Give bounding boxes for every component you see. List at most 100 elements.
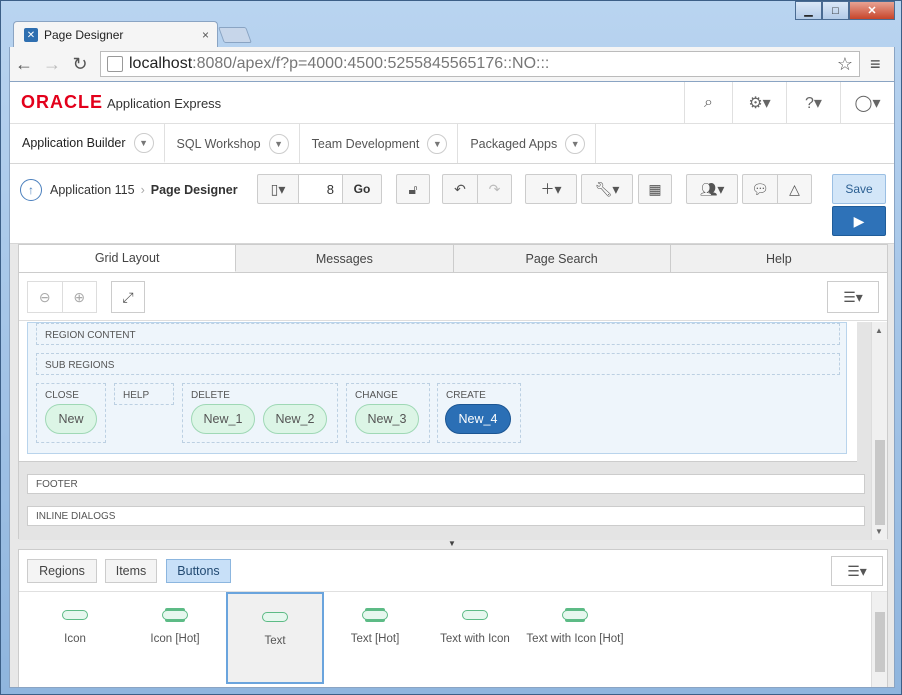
help-slot[interactable]: HELP [114, 383, 174, 405]
back-arrow-icon[interactable]: ← [10, 54, 38, 75]
button-new-3[interactable]: New_3 [355, 404, 419, 434]
browser-tab-bar: ✕ Page Designer × [9, 21, 889, 48]
breadcrumb-parent[interactable]: Application 115 [50, 183, 135, 197]
chevron-down-icon[interactable]: ▼ [565, 133, 586, 154]
gallery-item-text-with-icon[interactable]: Text with Icon [426, 592, 524, 684]
undo-icon[interactable]: ↶ [443, 175, 477, 203]
comment-icon[interactable]: 💬︎ [743, 175, 777, 203]
gallery-item-label: Icon [64, 633, 86, 645]
window-controls: ▁ □ ✕ [795, 1, 895, 20]
team-dev-menu-button[interactable]: 👥︎▾ [686, 174, 738, 204]
utilities-menu-button[interactable]: 🔧︎▾ [581, 174, 633, 204]
redo-icon[interactable]: ↷ [477, 175, 511, 203]
address-bar[interactable]: localhost:8080/apex/f?p=4000:4500:525584… [100, 51, 860, 77]
tab-team-development[interactable]: Team Development ▼ [300, 124, 459, 163]
hot-button-template-icon [162, 610, 188, 620]
zoom-out-icon[interactable]: ⊖ [28, 282, 62, 312]
scrollbar-thumb[interactable] [875, 612, 885, 672]
shapes-icon[interactable]: △ [777, 175, 811, 203]
tab-application-builder[interactable]: Application Builder ▼ [10, 124, 165, 163]
button-new-2[interactable]: New_2 [263, 404, 327, 434]
page-content: ORACLE Application Express ⌕ ⚙▾ ?▾ ◯▾ Ap… [9, 81, 895, 688]
close-window-icon[interactable]: ✕ [849, 1, 895, 20]
tab-help[interactable]: Help [671, 245, 887, 272]
browser-menu-icon[interactable]: ≡ [870, 54, 881, 75]
gallery-options-menu-icon[interactable]: ☰▾ [831, 556, 883, 586]
button-template-icon [62, 610, 88, 620]
tab-messages[interactable]: Messages [236, 245, 454, 272]
run-page-button[interactable]: ▶ [832, 206, 886, 236]
scrollbar-thumb[interactable] [875, 440, 885, 525]
button-new-1[interactable]: New_1 [191, 404, 255, 434]
tab-items[interactable]: Items [105, 559, 157, 583]
chevron-down-icon[interactable]: ▼ [133, 132, 154, 153]
save-button[interactable]: Save [832, 174, 886, 204]
new-tab-button[interactable] [218, 27, 252, 43]
tab-label: Application Builder [22, 135, 126, 150]
sub-regions-slot[interactable]: SUB REGIONS [36, 353, 840, 375]
tab-page-search[interactable]: Page Search [454, 245, 671, 272]
url-host: localhost [129, 55, 193, 72]
user-menu-icon[interactable]: ◯▾ [840, 82, 894, 124]
gallery-item-label: Text [264, 635, 286, 647]
bookmark-star-icon[interactable]: ☆ [837, 54, 853, 75]
gallery-item-text-hot[interactable]: Text [Hot] [326, 592, 424, 684]
apex-logo[interactable]: ORACLE Application Express [10, 92, 221, 113]
chevron-down-icon[interactable]: ▼ [268, 133, 289, 154]
grid-scrollbar[interactable]: ▲ ▼ [871, 322, 887, 540]
up-arrow-icon[interactable]: ↑ [20, 179, 42, 201]
scroll-up-icon[interactable]: ▲ [875, 326, 883, 335]
lock-button[interactable]: 🔓︎ [396, 174, 430, 204]
browser-tab[interactable]: ✕ Page Designer × [13, 21, 218, 48]
url-path: :8080/apex/f?p=4000:4500:5255845565176::… [192, 55, 550, 72]
go-button[interactable]: Go [342, 175, 381, 203]
page-selector: ▯▾ 8 Go [257, 174, 382, 204]
gallery-scrollbar[interactable] [871, 592, 887, 687]
tab-label: Team Development [311, 136, 420, 151]
gallery-item-text[interactable]: Text [226, 592, 324, 684]
minimize-icon[interactable]: ▁ [795, 1, 822, 20]
admin-menu-icon[interactable]: ⚙▾ [732, 82, 786, 124]
tab-packaged-apps[interactable]: Packaged Apps ▼ [458, 124, 597, 163]
gallery-item-icon[interactable]: Icon [26, 592, 124, 684]
page-dropdown-icon[interactable]: ▯▾ [258, 175, 298, 203]
view-options-menu-icon[interactable]: ☰▾ [827, 281, 879, 313]
apex-favicon-icon: ✕ [24, 28, 38, 42]
panel-splitter[interactable]: ▼ [18, 539, 888, 549]
splitter-arrow-icon[interactable]: ▼ [448, 539, 456, 548]
reload-icon[interactable]: ↻ [66, 54, 94, 75]
chevron-down-icon[interactable]: ▼ [427, 133, 448, 154]
zoom-in-icon[interactable]: ⊕ [61, 282, 97, 312]
browser-window: ▁ □ ✕ ✕ Page Designer × ← → ↻ localhost:… [0, 0, 902, 695]
tab-sql-workshop[interactable]: SQL Workshop ▼ [165, 124, 300, 163]
zoom-group: ⊖ ⊕ [27, 281, 97, 313]
gallery-panel: Regions Items Buttons ☰▾ Icon Icon [Hot] [18, 549, 888, 687]
footer-region[interactable]: FOOTER [27, 474, 865, 494]
region-content-slot[interactable]: REGION CONTENT [36, 323, 840, 345]
maximize-icon[interactable]: □ [822, 1, 849, 20]
scroll-down-icon[interactable]: ▼ [875, 527, 883, 536]
inline-dialogs-region[interactable]: INLINE DIALOGS [27, 506, 865, 526]
expand-icon[interactable]: ⤢ [111, 281, 145, 313]
gallery-tabs: Regions Items Buttons ☰▾ [19, 550, 887, 592]
forward-arrow-icon[interactable]: → [38, 54, 66, 75]
wrench-icon: 🔧︎▾ [594, 180, 620, 197]
tab-grid-layout[interactable]: Grid Layout [19, 245, 237, 272]
create-menu-button[interactable]: ＋▾ [525, 174, 577, 204]
button-template-icon [262, 612, 288, 622]
browser-toolbar: ← → ↻ localhost:8080/apex/f?p=4000:4500:… [9, 47, 895, 81]
button-new-4[interactable]: New_4 [445, 404, 511, 434]
page-number-input[interactable]: 8 [298, 175, 342, 203]
shared-components-button[interactable]: ▦ [638, 174, 672, 204]
tab-buttons[interactable]: Buttons [166, 559, 231, 583]
button-new[interactable]: New [45, 404, 97, 434]
search-icon[interactable]: ⌕ [684, 82, 732, 124]
gallery-item-icon-hot[interactable]: Icon [Hot] [126, 592, 224, 684]
tab-label: SQL Workshop [176, 136, 261, 151]
gallery-items: Icon Icon [Hot] Text Text [Hot] Text wit… [19, 592, 871, 687]
tab-regions[interactable]: Regions [27, 559, 97, 583]
apex-header: ORACLE Application Express ⌕ ⚙▾ ?▾ ◯▾ [10, 82, 894, 124]
close-tab-icon[interactable]: × [202, 28, 209, 42]
gallery-item-text-with-icon-hot[interactable]: Text with Icon [Hot] [526, 592, 624, 684]
help-menu-icon[interactable]: ?▾ [786, 82, 840, 124]
